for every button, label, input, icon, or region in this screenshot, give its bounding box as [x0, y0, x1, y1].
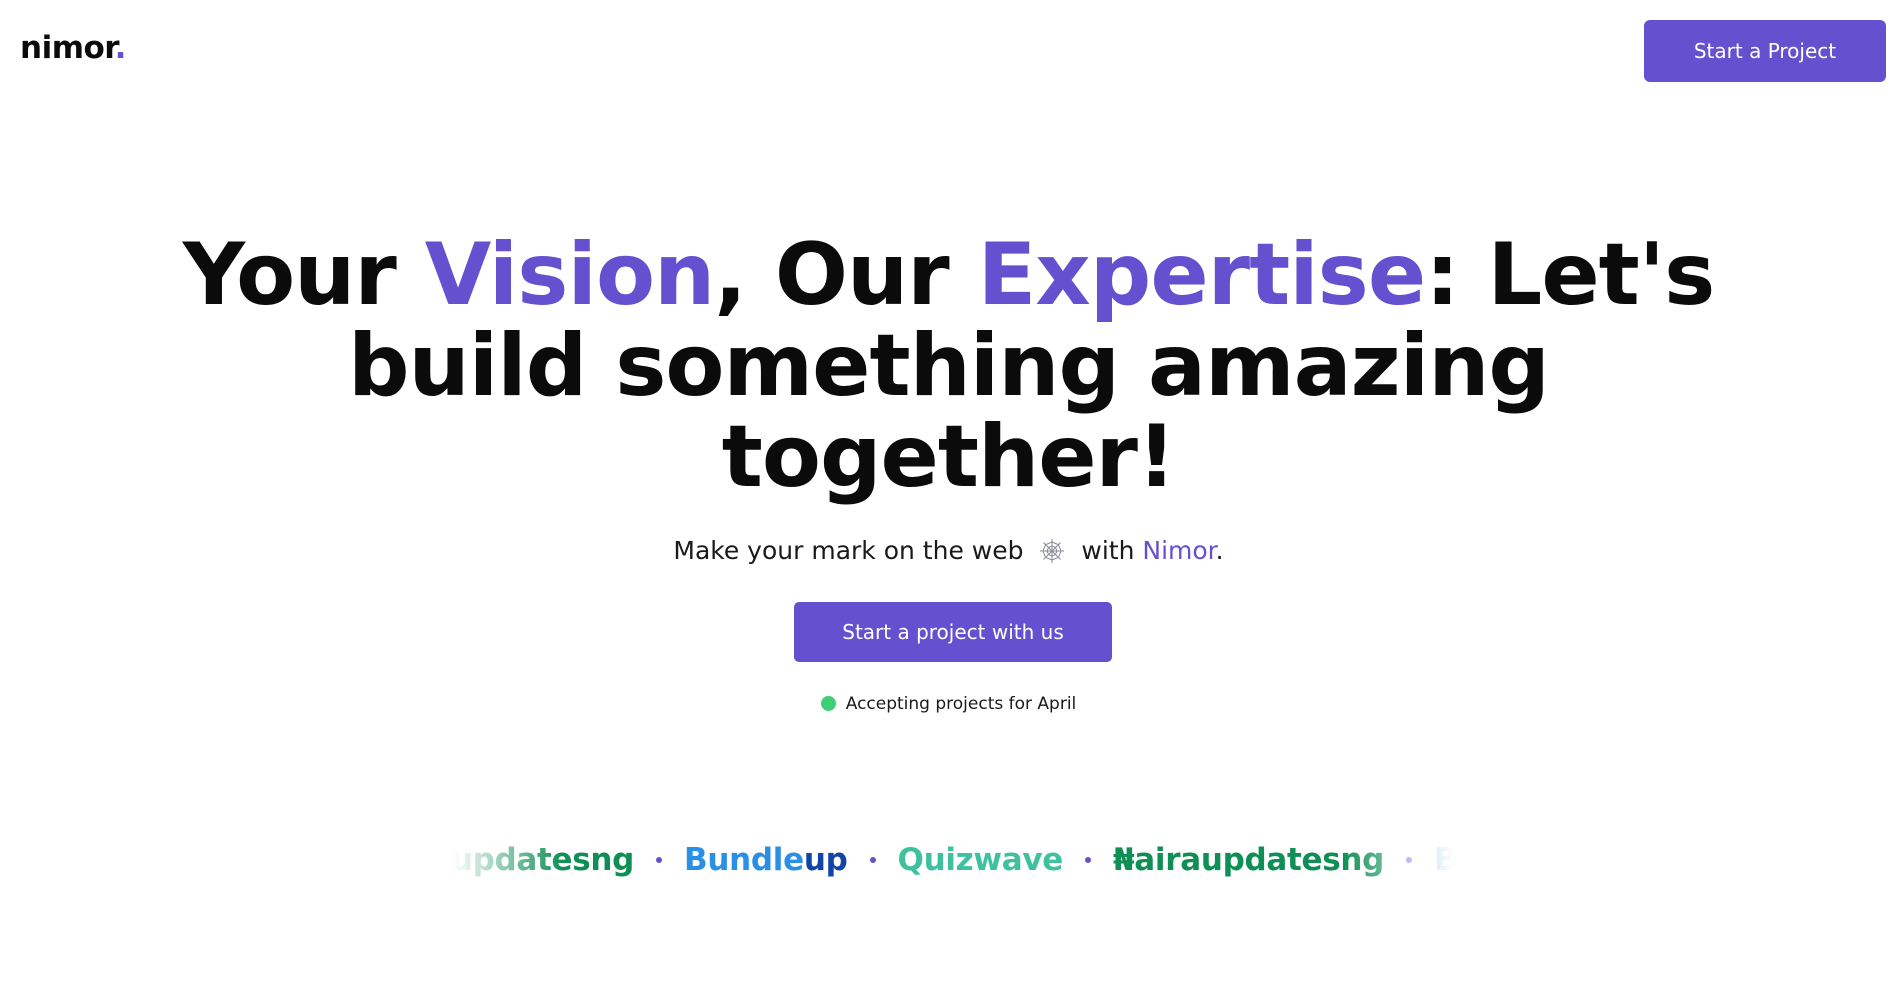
client-logo-nairaupdatesng: ₦airaupdatesng	[453, 842, 635, 878]
headline-line-3: together!	[721, 407, 1176, 507]
headline-accent-expertise: Expertise	[977, 225, 1427, 325]
hero-subline: Make your mark on the web with Nimor.	[0, 536, 1897, 565]
separator-dot	[1085, 857, 1092, 863]
hero-headline: Your Vision, Our Expertise: Let's build …	[0, 230, 1897, 503]
headline-part: : Let's	[1425, 225, 1715, 325]
headline-accent-vision: Vision	[424, 225, 715, 325]
client-logo-quizwave: Quizwave	[897, 842, 1064, 878]
separator-dot	[869, 857, 876, 863]
subline-text: Make your mark on the web	[673, 536, 1024, 565]
client-track: ₦airaupdatesng Bundleup Quizwave ₦airaup…	[453, 838, 1453, 882]
hero-section: Your Vision, Our Expertise: Let's build …	[0, 230, 1897, 503]
separator-dot	[1406, 857, 1413, 863]
logo[interactable]: nimor.	[20, 30, 126, 66]
subline-end: .	[1215, 536, 1224, 565]
client-logo-bundleup: Bundleup	[684, 842, 848, 878]
subline-with: with	[1081, 536, 1135, 565]
start-project-button[interactable]: Start a Project	[1644, 20, 1886, 82]
start-project-with-us-button[interactable]: Start a project with us	[794, 602, 1112, 662]
subline-brand: Nimor	[1142, 536, 1216, 565]
status-dot-icon	[820, 696, 836, 711]
logo-text: nimor	[20, 30, 115, 66]
availability-status: Accepting projects for April	[0, 694, 1897, 714]
headline-part: Your	[182, 225, 425, 325]
headline-part: , Our	[714, 225, 978, 325]
client-logo-nairaupdatesng: ₦airaupdatesng	[1113, 842, 1385, 878]
client-marquee: ₦airaupdatesng Bundleup Quizwave ₦airaup…	[453, 838, 1453, 882]
status-text: Accepting projects for April	[845, 694, 1077, 714]
logo-dot: .	[114, 30, 127, 66]
headline-line-2: build something amazing	[348, 316, 1550, 416]
spider-web-icon	[1040, 539, 1065, 563]
client-logo-bundleup: Bundleup	[1434, 842, 1453, 878]
separator-dot	[656, 857, 663, 863]
landing-page: nimor. Start a Project Your Vision, Our …	[0, 0, 1897, 989]
